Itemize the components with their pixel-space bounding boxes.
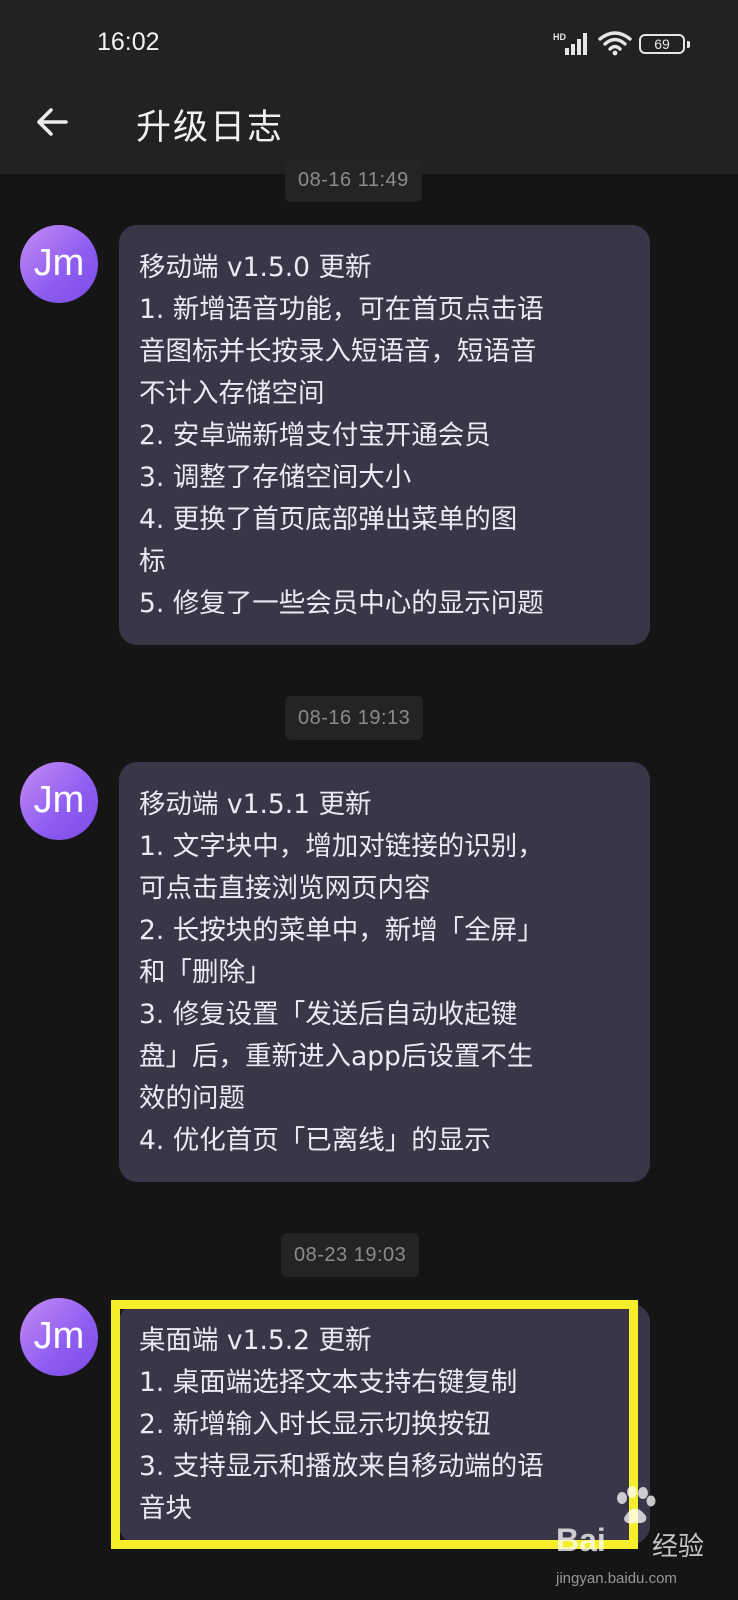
message-line: 2. 安卓端新增支付宝开通会员 <box>139 420 491 451</box>
paw-icon <box>617 1486 656 1524</box>
message-line: 不计入存储空间 <box>139 378 325 409</box>
status-time: 16:02 <box>97 28 160 56</box>
message-line: 效的问题 <box>139 1083 245 1114</box>
message-timestamp: 08-16 19:13 <box>285 696 424 740</box>
avatar[interactable]: Jm <box>20 762 98 840</box>
message-line: 5. 修复了一些会员中心的显示问题 <box>139 588 544 619</box>
message-line: 3. 修复设置「发送后自动收起键 <box>139 999 518 1030</box>
watermark-suffix: 经验 <box>652 1532 705 1562</box>
message-line: 1. 文字块中，增加对链接的识别， <box>139 831 544 862</box>
avatar[interactable]: Jm <box>20 1298 98 1376</box>
page-title: 升级日志 <box>136 108 285 148</box>
message-line: 1. 新增语音功能，可在首页点击语 <box>139 294 544 325</box>
signal-icon: HD <box>553 32 587 55</box>
avatar[interactable]: Jm <box>20 225 98 303</box>
message-line: 移动端 v1.5.0 更新 <box>139 252 372 283</box>
baidu-watermark: Bai 经验 jingyan.baidu.com <box>556 1484 736 1599</box>
back-arrow-icon[interactable] <box>32 102 72 142</box>
message-line: 3. 调整了存储空间大小 <box>139 462 412 493</box>
watermark-brand: Bai <box>556 1522 606 1558</box>
message-timestamp: 08-16 11:49 <box>285 158 422 202</box>
message-line: 音图标并长按录入短语音，短语音 <box>139 336 537 367</box>
message-line: 2. 长按块的菜单中，新增「全屏」 <box>139 915 544 946</box>
message-line: 4. 优化首页「已离线」的显示 <box>139 1125 491 1156</box>
battery-indicator: 69 <box>639 34 690 54</box>
message-line: 可点击直接浏览网页内容 <box>139 873 431 904</box>
message-bubble[interactable]: 移动端 v1.5.0 更新 1. 新增语音功能，可在首页点击语 音图标并长按录入… <box>119 225 650 645</box>
message-line: 4. 更换了首页底部弹出菜单的图 <box>139 504 518 535</box>
message-line: 标 <box>139 546 166 577</box>
message-line: 移动端 v1.5.1 更新 <box>139 789 372 820</box>
message-bubble[interactable]: 移动端 v1.5.1 更新 1. 文字块中，增加对链接的识别， 可点击直接浏览网… <box>119 762 650 1182</box>
message-timestamp: 08-23 19:03 <box>281 1233 420 1277</box>
network-type-label: HD <box>553 32 566 42</box>
message-line: 和「删除」 <box>139 957 272 988</box>
watermark-url: jingyan.baidu.com <box>556 1570 677 1587</box>
wifi-icon <box>598 31 632 56</box>
message-line: 盘」后，重新进入app后设置不生 <box>139 1041 534 1072</box>
